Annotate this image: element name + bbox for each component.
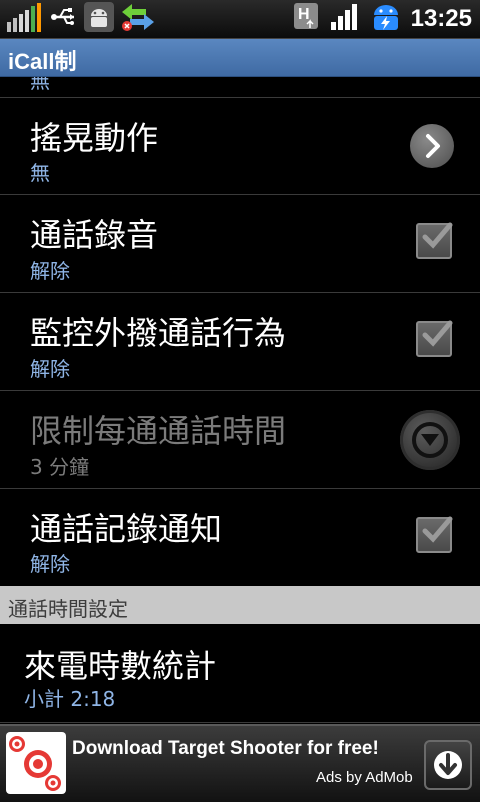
battery-charging-icon — [369, 1, 403, 37]
list-item-incoming-stats[interactable]: 來電時數統計 小計 2:18 — [0, 624, 480, 723]
status-bar: H 13:25 — [0, 0, 480, 39]
list-item-shake-action[interactable]: 搖晃動作 無 — [0, 98, 480, 195]
list-item-call-log-notification[interactable]: 通話記錄通知 解除 — [0, 489, 480, 585]
h-data-icon: H — [293, 2, 321, 36]
item-subtitle: 小計 2:18 — [24, 687, 116, 711]
section-header: 通話時間設定 — [0, 586, 480, 624]
item-title: 通話記錄通知 — [30, 510, 223, 548]
item-subtitle: 解除 — [30, 552, 70, 576]
item-title: 監控外撥通話行為 — [30, 314, 287, 352]
list-item-limit-call-time[interactable]: 限制每通通話時間 3 分鐘 — [0, 391, 480, 489]
dropdown-arrow-icon[interactable] — [400, 410, 460, 470]
item-subtitle: 解除 — [30, 259, 70, 283]
section-header-label: 通話時間設定 — [8, 597, 128, 621]
clock: 13:25 — [410, 5, 472, 32]
partial-list-item[interactable]: 無 — [0, 77, 480, 98]
item-title: 限制每通通話時間 — [30, 412, 287, 450]
call-recording-checkbox[interactable] — [416, 222, 453, 259]
call-log-notification-checkbox[interactable] — [416, 516, 453, 553]
sync-arrows-icon — [120, 2, 156, 36]
item-title: 來電時數統計 — [24, 647, 217, 685]
monitor-outgoing-checkbox[interactable] — [416, 320, 453, 357]
ad-banner[interactable]: Download Target Shooter for free! Ads by… — [0, 724, 480, 802]
item-title: 搖晃動作 — [30, 119, 159, 157]
list-item-monitor-outgoing[interactable]: 監控外撥通話行為 解除 — [0, 293, 480, 391]
list-item-call-recording[interactable]: 通話錄音 解除 — [0, 195, 480, 293]
app-title: iCall制 — [8, 49, 77, 74]
usb-icon — [50, 4, 78, 34]
partial-item-subtitle: 無 — [30, 77, 50, 93]
cell-signal-icon — [329, 2, 361, 36]
ad-message[interactable]: Download Target Shooter for free! — [72, 738, 379, 760]
ad-attribution: Ads by AdMob — [316, 769, 413, 786]
target-app-icon — [6, 732, 66, 794]
svg-text:H: H — [298, 6, 310, 23]
chevron-right-icon[interactable] — [410, 124, 454, 168]
item-title: 通話錄音 — [30, 216, 159, 254]
item-subtitle: 解除 — [30, 357, 70, 381]
item-subtitle: 無 — [30, 161, 50, 185]
item-subtitle: 3 分鐘 — [30, 455, 90, 479]
signal-bars-icon — [6, 2, 44, 36]
download-icon[interactable] — [424, 740, 472, 790]
app-title-bar: iCall制 — [0, 39, 480, 77]
settings-list[interactable]: 無 搖晃動作 無 通話錄音 解除 監控外撥通話行為 解除 限制每通通話時間 3 … — [0, 77, 480, 585]
android-debug-icon — [84, 2, 114, 36]
